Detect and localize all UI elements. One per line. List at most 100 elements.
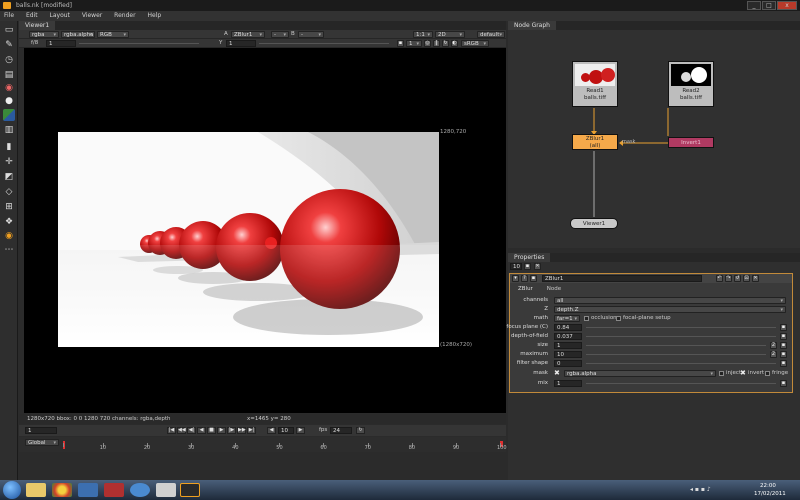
size-input[interactable]: 1 xyxy=(554,342,582,349)
size-anim-icon[interactable]: ▪ xyxy=(780,342,787,349)
step-forward-icon[interactable]: ▶ xyxy=(296,427,305,434)
maximize-button[interactable]: □ xyxy=(762,1,776,10)
colorspace-select[interactable]: sRGB xyxy=(461,40,489,47)
menu-help[interactable]: Help xyxy=(147,12,161,19)
views-icon[interactable]: ◇ xyxy=(3,186,15,198)
overlay-icon[interactable]: ◐ xyxy=(451,40,458,47)
alpha-channel-select[interactable]: rgba.alpha xyxy=(61,31,95,38)
maximum-split-button[interactable]: 2 xyxy=(770,351,777,358)
inject-checkbox[interactable] xyxy=(719,371,724,376)
color-icon[interactable]: ◉ xyxy=(3,82,15,94)
color-swatch-icon[interactable]: ▪ xyxy=(530,275,537,282)
3d-icon[interactable]: ◩ xyxy=(3,171,15,183)
help-icon[interactable]: ? xyxy=(521,275,528,282)
revert-icon[interactable]: ↺ xyxy=(734,275,741,282)
zoom-select[interactable]: 1:1 xyxy=(413,31,433,38)
transform-icon[interactable]: ▮ xyxy=(3,141,15,153)
channels-field[interactable]: all xyxy=(554,297,786,304)
tab-viewer1[interactable]: Viewer1 xyxy=(19,21,56,30)
node-name-input[interactable]: ZBlur1 xyxy=(542,275,702,282)
channels-select[interactable]: rgba xyxy=(29,31,59,38)
size-slider[interactable] xyxy=(586,345,766,346)
next-frame-icon[interactable]: |▶ xyxy=(227,427,236,434)
loop-icon[interactable]: ↻ xyxy=(356,427,365,434)
max-panels-input[interactable]: 10 xyxy=(510,263,522,270)
time-icon[interactable]: ◷ xyxy=(3,54,15,66)
filter-anim-icon[interactable]: ▪ xyxy=(780,360,787,367)
metadata-icon[interactable]: ⊞ xyxy=(3,201,15,213)
menu-edit[interactable]: Edit xyxy=(26,12,38,19)
lock-icon[interactable]: ▪ xyxy=(524,263,531,270)
zblur1-node[interactable]: ZBlur1 (all) xyxy=(572,134,618,150)
clear-panels-icon[interactable]: ✕ xyxy=(534,263,541,270)
redo-icon[interactable]: ↷ xyxy=(725,275,732,282)
menu-render[interactable]: Render xyxy=(114,12,135,19)
monitor-icon[interactable] xyxy=(78,483,98,497)
start-button[interactable] xyxy=(3,481,21,499)
itunes-icon[interactable] xyxy=(130,483,150,497)
tab-node-graph[interactable]: Node Graph xyxy=(508,21,556,30)
tray-icons[interactable]: ◂ ▪ ▪ ♪ xyxy=(690,486,711,493)
float-icon[interactable]: ⊡ xyxy=(743,275,750,282)
collapse-icon[interactable]: ▾ xyxy=(512,275,519,282)
filter-icon[interactable]: ● xyxy=(3,95,15,107)
mask-checkbox[interactable]: ✖ xyxy=(554,369,560,377)
last-frame-icon[interactable]: ▶| xyxy=(247,427,256,434)
menu-file[interactable]: File xyxy=(4,12,14,19)
mix-slider[interactable] xyxy=(586,383,776,384)
timeline[interactable]: Global 10 20 30 40 50 60 70 80 90 100 xyxy=(19,437,507,452)
fstop-input[interactable]: 1 xyxy=(46,40,76,47)
furnace-icon[interactable]: ◉ xyxy=(3,230,15,242)
math-field[interactable]: far=1 xyxy=(554,315,580,322)
gamma-slider[interactable] xyxy=(259,43,389,44)
play-backward-icon[interactable]: ◀ xyxy=(197,427,206,434)
maximum-anim-icon[interactable]: ▪ xyxy=(780,351,787,358)
merge-icon[interactable]: ▥ xyxy=(3,124,15,136)
view-mode-select[interactable]: 2D xyxy=(435,31,465,38)
occlusion-checkbox[interactable] xyxy=(584,316,589,321)
mix-input[interactable]: 1 xyxy=(554,380,582,387)
step-back-icon[interactable]: ◀ xyxy=(267,427,276,434)
z-field[interactable]: depth.Z xyxy=(554,306,786,313)
focal-setup-checkbox[interactable] xyxy=(616,316,621,321)
maximum-slider[interactable] xyxy=(586,354,766,355)
invert1-node[interactable]: Invert1 xyxy=(668,137,714,148)
minimize-button[interactable]: _ xyxy=(747,1,761,10)
tab-zblur[interactable]: ZBlur xyxy=(512,286,539,292)
prev-frame-icon[interactable]: ◀| xyxy=(187,427,196,434)
a-input-select[interactable]: ZBlur1 xyxy=(231,31,265,38)
nuke-taskbar-icon[interactable] xyxy=(180,483,200,497)
gain-slider[interactable] xyxy=(79,43,199,44)
dof-anim-icon[interactable]: ▪ xyxy=(780,333,787,340)
next-key-icon[interactable]: ▶▶ xyxy=(237,427,246,434)
invert-checkbox[interactable]: ✖ xyxy=(740,369,746,377)
explorer-icon[interactable] xyxy=(26,483,46,497)
clip-icon[interactable]: ▪ xyxy=(397,40,404,47)
pause-icon[interactable]: ‖ xyxy=(433,40,440,47)
keyer-icon[interactable] xyxy=(3,109,15,121)
frame-input[interactable]: 1 xyxy=(25,427,57,434)
refresh-icon[interactable]: ↻ xyxy=(442,40,449,47)
size-split-button[interactable]: 2 xyxy=(770,342,777,349)
first-frame-icon[interactable]: |◀ xyxy=(167,427,176,434)
viewer1-node[interactable]: Viewer1 xyxy=(570,218,618,229)
read1-node[interactable]: Read1 balls.tiff xyxy=(572,61,618,107)
gamma-input[interactable]: 1 xyxy=(226,40,256,47)
move-icon[interactable]: ✛ xyxy=(3,156,15,168)
fringe-checkbox[interactable] xyxy=(765,371,770,376)
node-graph[interactable]: Read1 balls.tiff Read2 balls.tiff ZBlur1… xyxy=(508,30,800,248)
fps-input[interactable]: 24 xyxy=(330,427,352,434)
display-channel-select[interactable]: RGB xyxy=(97,31,129,38)
particles-icon[interactable]: ❖ xyxy=(3,216,15,228)
b-input-select[interactable]: - xyxy=(298,31,324,38)
app-icon[interactable] xyxy=(156,483,176,497)
proxy-select[interactable]: 1 xyxy=(406,40,422,47)
chrome-icon[interactable] xyxy=(52,483,72,497)
lut-select[interactable]: default xyxy=(477,31,505,38)
tab-node[interactable]: Node xyxy=(541,286,567,292)
menu-layout[interactable]: Layout xyxy=(50,12,70,19)
maximum-input[interactable]: 10 xyxy=(554,351,582,358)
filter-shape-input[interactable]: 0 xyxy=(554,360,582,367)
roi-icon[interactable]: ◎ xyxy=(424,40,431,47)
focus-anim-icon[interactable]: ▪ xyxy=(780,324,787,331)
